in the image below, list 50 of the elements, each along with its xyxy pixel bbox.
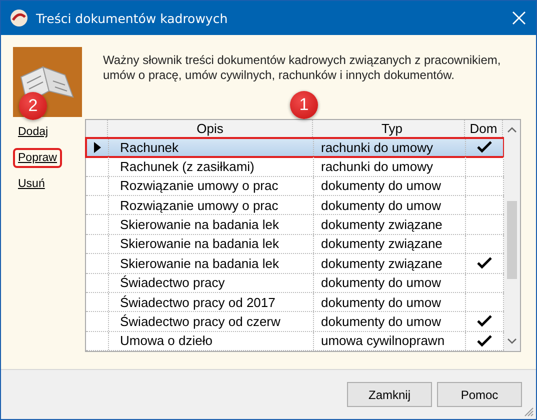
table-cell: Świadectwo pracy od 2017	[109, 292, 314, 312]
table-cell: dokumenty do umow	[314, 196, 466, 214]
table-row[interactable]: Skierowanie na badania lek dokumenty związane	[86, 254, 504, 274]
table-cell: Rachunek (z zasiłkami)	[109, 157, 314, 176]
table-cell: Umowa o dzieło	[109, 332, 314, 350]
table-cell: dokumenty do umow	[314, 176, 466, 196]
resize-grip-icon[interactable]	[524, 407, 534, 417]
table-row[interactable]: Świadectwo pracy od czerw dokumenty do umow	[86, 312, 504, 332]
table-cell: dokumenty związane	[314, 215, 466, 234]
dialog-button[interactable]: Zamknij	[347, 382, 432, 407]
table-row[interactable]: Umowa o dzieło umowa cywilnoprawn	[86, 332, 504, 351]
table-row[interactable]: Rachunek (z zasiłkami) rachunki do umowy	[86, 157, 504, 177]
table-cell: dokumenty do umow	[314, 292, 466, 312]
annotation-badge: 1	[290, 91, 318, 119]
table-row[interactable]: Skierowanie na badania lek dokumenty związane	[86, 234, 504, 254]
window-title: Treści dokumentów kadrowych	[36, 10, 229, 26]
table-cell: dokumenty związane	[314, 234, 466, 254]
table-cell: rachunki do umowy	[314, 138, 466, 156]
description-text: Ważny słownik treści dokumentów kadrowych związanych z pracownikiem, umów o pracę, umów cywilnych, rachunków i innych dokumentów.	[103, 53, 502, 83]
table-cell: dokumenty do umow	[314, 274, 466, 292]
table-cell: Rozwiązanie umowy o prac	[109, 176, 314, 196]
table-row[interactable]: Rozwiązanie umowy o prac dokumenty do umow	[86, 176, 504, 196]
table-cell: dokumenty związane	[314, 254, 466, 273]
book-icon	[13, 47, 82, 117]
table-cell: umowa cywilnoprawn	[314, 332, 466, 350]
table-row[interactable]: Rozwiązanie umowy o prac dokumenty do umow	[86, 196, 504, 216]
table-cell: dokumenty do umow	[314, 312, 466, 331]
table-cell: Świadectwo pracy	[109, 274, 314, 292]
scroll-up-icon[interactable]	[507, 126, 517, 133]
dialog-button[interactable]: Pomoc	[437, 382, 522, 407]
row-pointer-icon	[94, 142, 100, 153]
table-cell: Skierowanie na badania lek	[109, 234, 314, 254]
scroll-down-icon[interactable]	[507, 338, 517, 345]
close-icon[interactable]	[512, 11, 526, 25]
action-link[interactable]: Dodaj	[13, 122, 54, 142]
table-cell: Świadectwo pracy od czerw	[109, 312, 314, 331]
table-row[interactable]: Świadectwo pracy dokumenty do umow	[86, 274, 504, 293]
table-cell: rachunki do umowy	[314, 157, 466, 176]
table-cell: Skierowanie na badania lek	[109, 215, 314, 234]
table-row[interactable]: Świadectwo pracy od 2017 dokumenty do umow	[86, 292, 504, 312]
table-row[interactable]: Skierowanie na badania lek dokumenty związane	[86, 215, 504, 235]
table-cell: Rozwiązanie umowy o prac	[109, 196, 314, 214]
table-cell: Skierowanie na badania lek	[109, 254, 314, 273]
app-logo-icon	[10, 9, 28, 27]
table-cell: Rachunek	[109, 138, 314, 156]
action-link[interactable]: Popraw	[13, 148, 62, 168]
table-row[interactable]: Rachunek rachunki do umowy	[86, 138, 504, 158]
scrollbar[interactable]	[504, 120, 520, 351]
scrollbar-thumb[interactable]	[507, 201, 517, 279]
action-link[interactable]: Usuń	[13, 174, 50, 194]
